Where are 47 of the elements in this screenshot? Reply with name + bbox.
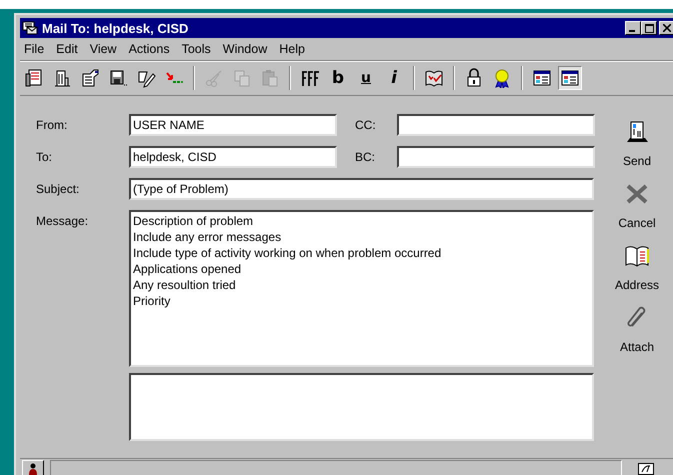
- window-title: Mail To: helpdesk, CISD: [42, 20, 188, 36]
- message-field[interactable]: Description of problem Include any error messages Include type of activity working on when problem occurred Applications opened Any resoultion tried Priority: [129, 210, 594, 367]
- attach-button[interactable]: Attach: [610, 304, 664, 354]
- ribbon-icon: [492, 68, 512, 88]
- address-button[interactable]: Address: [610, 242, 664, 292]
- menu-item[interactable]: Actions: [128, 42, 170, 58]
- layout-icon: [532, 68, 552, 88]
- field-label: Message:: [36, 213, 90, 228]
- from-field[interactable]: USER NAME: [129, 114, 337, 136]
- building-icon: [52, 68, 72, 88]
- close-icon: [663, 24, 671, 32]
- minimize-button[interactable]: [625, 21, 641, 35]
- menu-item[interactable]: Tools: [182, 42, 211, 58]
- field-label: To:: [36, 150, 54, 164]
- field-label: BC:: [354, 150, 376, 164]
- person-icon: [28, 463, 38, 475]
- book-icon: [424, 68, 444, 88]
- maximize-icon: [644, 24, 654, 32]
- menu-item[interactable]: View: [90, 42, 117, 58]
- field-label: From:: [36, 118, 68, 132]
- subject-field[interactable]: (Type of Problem): [129, 178, 594, 200]
- status-icon: [638, 463, 654, 475]
- copy-icon: [232, 68, 252, 88]
- attachment-field[interactable]: [129, 373, 594, 441]
- save-icon: [108, 68, 128, 88]
- menu-item[interactable]: Window: [222, 42, 268, 58]
- toolbar-button[interactable]: [558, 66, 582, 90]
- cancel-button[interactable]: Cancel: [610, 180, 664, 230]
- send-button[interactable]: Send: [610, 118, 664, 168]
- memo-icon: [24, 68, 44, 88]
- bc-field[interactable]: [397, 146, 595, 168]
- font-icon: [300, 68, 320, 88]
- menu-item[interactable]: File: [24, 42, 44, 58]
- layout-icon: [560, 68, 580, 88]
- maximize-button[interactable]: [641, 21, 657, 35]
- to-field[interactable]: helpdesk, CISD: [129, 146, 337, 168]
- cc-field[interactable]: [397, 114, 595, 136]
- close-button[interactable]: [659, 21, 673, 35]
- field-label: CC:: [354, 118, 377, 132]
- person-button[interactable]: [22, 460, 44, 475]
- mail-icon: [22, 21, 38, 35]
- menu-item[interactable]: Edit: [56, 42, 78, 58]
- properties-icon: [80, 68, 100, 88]
- paste-icon: [260, 68, 280, 88]
- cut-icon: [204, 68, 224, 88]
- field-label: Subject:: [36, 182, 80, 196]
- menu-item[interactable]: Help: [279, 42, 305, 58]
